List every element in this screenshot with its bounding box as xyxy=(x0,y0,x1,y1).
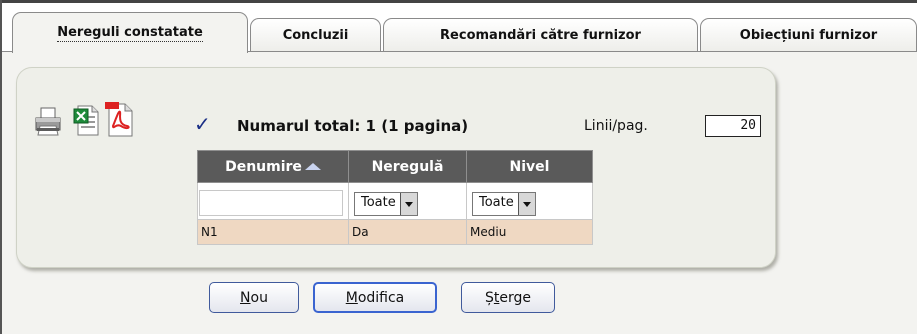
rows-per-page-label: Linii/pag. xyxy=(584,118,648,134)
cell-denumire[interactable]: N1 xyxy=(197,219,349,245)
column-header-denumire[interactable]: Denumire xyxy=(197,150,349,183)
button-label-rest: ou xyxy=(250,289,268,306)
column-header-label: Denumire xyxy=(225,158,302,175)
new-button[interactable]: Nou xyxy=(209,282,299,313)
tab-label: Nereguli constatate xyxy=(57,24,203,42)
column-header-label: Nivel xyxy=(509,158,550,175)
nivel-filter-select[interactable]: Toate xyxy=(472,192,536,216)
filter-cell-nivel: Toate xyxy=(466,182,593,220)
mnemonic-letter: M xyxy=(345,289,358,306)
edit-button[interactable]: Modifica xyxy=(313,282,437,313)
cell-neregula[interactable]: Da xyxy=(348,219,467,245)
dropdown-arrow-icon[interactable] xyxy=(517,193,535,215)
tab-nereguli-constatate[interactable]: Nereguli constatate xyxy=(12,12,248,53)
tab-label: Concluzii xyxy=(282,27,349,43)
select-value: Toate xyxy=(479,195,514,210)
tab-obiectiuni[interactable]: Obiecțiuni furnizor xyxy=(700,18,917,51)
neregula-filter-select[interactable]: Toate xyxy=(354,192,418,216)
sort-ascending-icon xyxy=(304,163,321,170)
nereguli-table: Denumire Neregulă Nivel Toate Toate N1 D… xyxy=(197,150,593,245)
select-value: Toate xyxy=(361,195,396,210)
button-label-prefix: Ș xyxy=(484,289,494,306)
rows-per-page-input[interactable]: 20 xyxy=(705,115,761,137)
filter-cell-denumire xyxy=(197,182,349,220)
printer-icon[interactable] xyxy=(34,102,61,138)
table-header-row: Denumire Neregulă Nivel xyxy=(197,150,593,183)
column-header-label: Neregulă xyxy=(371,158,444,175)
excel-icon[interactable] xyxy=(72,102,99,138)
tab-label: Recomandări către furnizor xyxy=(440,27,641,43)
cell-nivel[interactable]: Mediu xyxy=(466,219,593,245)
dropdown-arrow-icon[interactable] xyxy=(399,193,417,215)
column-header-neregula[interactable]: Neregulă xyxy=(348,150,467,183)
mnemonic-letter: N xyxy=(240,289,251,306)
filter-cell-neregula: Toate xyxy=(348,182,467,220)
tab-concluzii[interactable]: Concluzii xyxy=(250,18,381,51)
table-row[interactable]: N1 Da Mediu xyxy=(197,219,593,245)
pdf-icon[interactable] xyxy=(105,102,133,138)
delete-button[interactable]: Șt erge xyxy=(461,282,555,313)
column-header-nivel[interactable]: Nivel xyxy=(466,150,593,183)
tab-label: Obiecțiuni furnizor xyxy=(739,27,878,43)
denumire-filter-input[interactable] xyxy=(199,190,343,216)
tab-recomandari[interactable]: Recomandări către furnizor xyxy=(383,18,698,51)
total-count-text: Numarul total: 1 (1 pagina) xyxy=(237,117,469,135)
window-top-border xyxy=(0,0,917,3)
button-label-rest: odifica xyxy=(357,289,405,306)
checkmark-icon: ✓ xyxy=(194,112,211,136)
filter-row: Toate Toate xyxy=(197,182,593,220)
button-label-rest: erge xyxy=(499,289,531,306)
